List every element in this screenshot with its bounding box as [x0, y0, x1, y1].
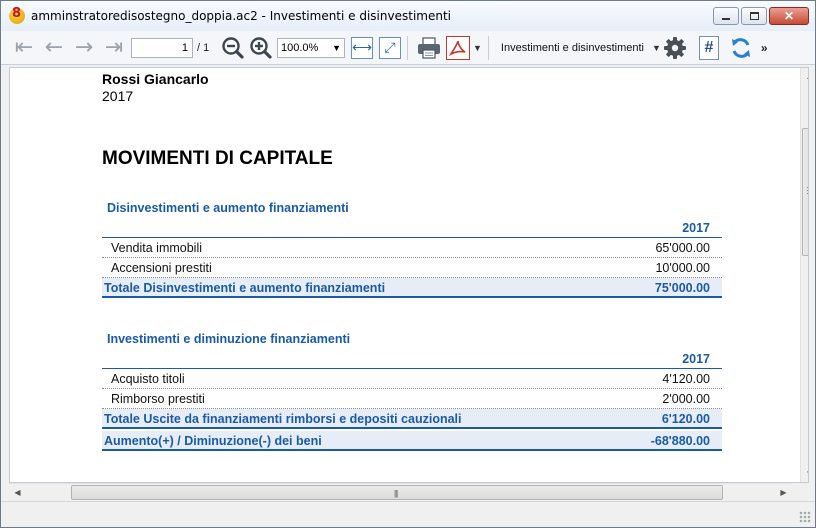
status-bar: [1, 501, 815, 527]
chevron-down-icon: ▼: [651, 42, 661, 53]
maximize-button[interactable]: [741, 7, 767, 25]
grip-icon: [807, 187, 808, 194]
report-page: Rossi Giancarlo 2017 MOVIMENTI DI CAPITA…: [10, 68, 792, 482]
toolbar-overflow-button[interactable]: »: [761, 41, 768, 55]
zoom-select[interactable]: 100.0% ▼: [277, 37, 345, 58]
row-label: Accensioni prestiti: [111, 261, 212, 275]
scrollbar-corner: [792, 483, 809, 500]
title-bar[interactable]: amminstratoredisostegno_doppia.ac2 - Inv…: [1, 1, 815, 31]
settings-button[interactable]: [663, 36, 687, 60]
scroll-right-arrow-icon[interactable]: ▶: [775, 484, 792, 501]
close-icon: ✕: [783, 9, 795, 23]
printer-icon: [418, 36, 440, 59]
total-value: 75'000.00: [654, 281, 710, 295]
section-total-row: Totale Disinvestimenti e aumento finanzi…: [102, 278, 722, 298]
table-row: Vendita immobili 65'000.00: [102, 238, 722, 258]
numbering-button[interactable]: #: [698, 35, 719, 60]
fit-page-icon: ⤢: [384, 39, 396, 55]
chevron-down-icon: ▼: [332, 42, 341, 53]
column-header-year: 2017: [682, 221, 710, 235]
row-label: Rimborso prestiti: [111, 392, 205, 406]
scroll-up-arrow-icon[interactable]: ▲: [801, 68, 808, 85]
close-button[interactable]: ✕: [769, 7, 809, 25]
last-page-arrow-icon: ⇥: [104, 34, 124, 60]
scroll-left-arrow-icon[interactable]: ◀: [9, 484, 26, 501]
toolbar-separator: [487, 35, 489, 60]
report-year: 2017: [102, 88, 134, 104]
grand-total-row: Aumento(+) / Diminuzione(-) dei beni -68…: [102, 431, 722, 451]
app-logo-icon: [9, 6, 25, 24]
total-value: 6'120.00: [661, 412, 710, 426]
export-pdf-button[interactable]: [446, 35, 470, 60]
report-heading: MOVIMENTI DI CAPITALE: [102, 148, 333, 169]
next-page-button[interactable]: →: [69, 35, 99, 61]
zoom-value: 100.0%: [281, 41, 319, 54]
zoom-in-button[interactable]: [249, 36, 273, 60]
section-title: Disinvestimenti e aumento finanziamenti: [107, 201, 349, 215]
section-total-row: Totale Uscite da finanziamenti rimborsi …: [102, 409, 722, 429]
row-value: 2'000.00: [662, 392, 710, 406]
table-row: Rimborso prestiti 2'000.00: [102, 389, 722, 409]
toolbar: ⇤ ← → ⇥ 1 / 1 100.0% ▼ ⟷ ⤢ ▼ Investiment…: [1, 31, 815, 65]
resize-grip-icon[interactable]: [799, 511, 811, 523]
row-value: 10'000.00: [655, 261, 710, 275]
grip-icon: |||: [394, 489, 398, 498]
first-page-button[interactable]: ⇤: [9, 35, 39, 61]
horizontal-scroll-thumb[interactable]: |||: [71, 485, 723, 500]
grand-total-label: Aumento(+) / Diminuzione(-) dei beni: [104, 434, 322, 448]
left-arrow-icon: ←: [44, 34, 64, 60]
window-title: amminstratoredisostegno_doppia.ac2 - Inv…: [31, 9, 451, 23]
window-controls: ✕: [713, 7, 809, 25]
row-label: Vendita immobili: [111, 241, 203, 255]
zoom-out-icon: [222, 36, 244, 59]
maximize-icon: [749, 12, 759, 20]
horizontal-scrollbar[interactable]: ◀ ||| ▶: [9, 483, 792, 500]
print-button[interactable]: [416, 36, 442, 60]
minimize-button[interactable]: [713, 7, 739, 25]
toolbar-separator: [407, 35, 408, 60]
total-label: Totale Disinvestimenti e aumento finanzi…: [104, 281, 386, 295]
right-arrow-icon: →: [74, 34, 94, 60]
previous-page-button[interactable]: ←: [39, 35, 69, 61]
gear-icon: [663, 36, 686, 59]
page-number-input[interactable]: 1: [131, 37, 193, 58]
refresh-icon: [731, 37, 750, 58]
vertical-scroll-thumb[interactable]: [802, 128, 808, 256]
refresh-button[interactable]: [729, 36, 753, 60]
report-owner: Rossi Giancarlo: [102, 71, 209, 87]
last-page-button[interactable]: ⇥: [99, 35, 129, 61]
pdf-icon: [448, 40, 466, 56]
hash-icon: #: [704, 38, 714, 56]
view-name: Investimenti e disinvestimenti: [500, 41, 644, 54]
fit-width-button[interactable]: ⟷: [351, 36, 373, 59]
row-label: Acquisto titoli: [111, 372, 185, 386]
column-header-year: 2017: [682, 352, 710, 366]
export-options-chevron-icon[interactable]: ▼: [473, 43, 482, 53]
zoom-out-button[interactable]: [221, 36, 245, 60]
vertical-scrollbar[interactable]: ▲ ▼: [800, 68, 808, 482]
table-row: Acquisto titoli 4'120.00: [102, 369, 722, 389]
grand-total-value: -68'880.00: [650, 434, 710, 448]
table-row: Accensioni prestiti 10'000.00: [102, 258, 722, 278]
view-selector[interactable]: Investimenti e disinvestimenti ▼: [501, 42, 661, 54]
report-window: amminstratoredisostegno_doppia.ac2 - Inv…: [0, 0, 816, 528]
minimize-icon: [722, 18, 730, 20]
fit-page-button[interactable]: ⤢: [379, 36, 401, 59]
row-value: 65'000.00: [655, 241, 710, 255]
report-viewer[interactable]: Rossi Giancarlo 2017 MOVIMENTI DI CAPITA…: [9, 67, 809, 483]
section-title: Investimenti e diminuzione finanziamenti: [107, 332, 351, 346]
row-value: 4'120.00: [662, 372, 710, 386]
fit-width-icon: ⟷: [351, 39, 373, 55]
total-label: Totale Uscite da finanziamenti rimborsi …: [104, 412, 462, 426]
page-count-label: / 1: [197, 41, 210, 54]
scroll-down-arrow-icon[interactable]: ▼: [801, 465, 808, 482]
first-page-arrow-icon: ⇤: [14, 34, 34, 60]
zoom-in-icon: [250, 36, 272, 59]
